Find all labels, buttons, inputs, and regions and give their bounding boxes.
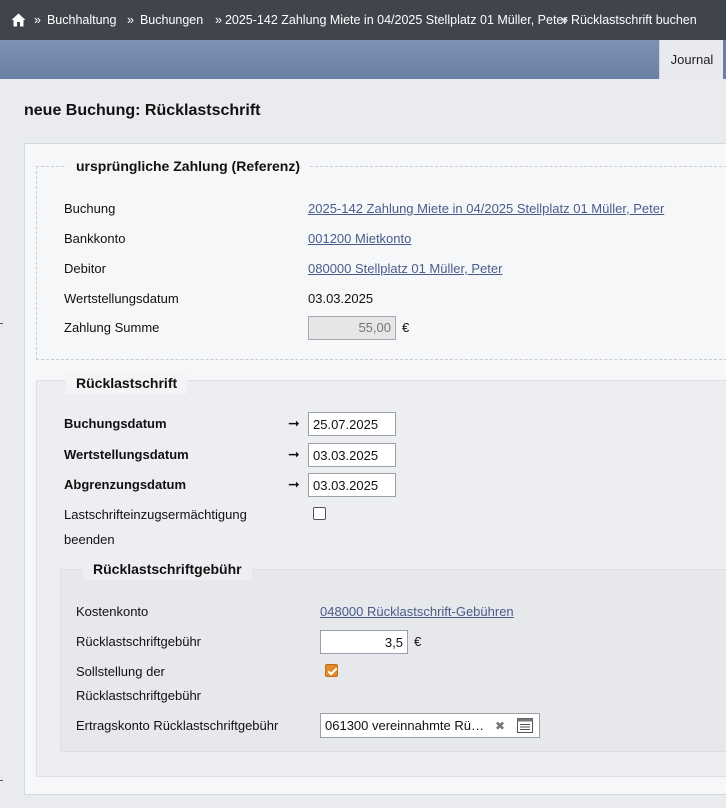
gebuehr-label: Rücklastschriftgebühr: [76, 634, 201, 649]
currency-symbol: €: [402, 320, 410, 335]
zahlung-summe-label: Zahlung Summe: [64, 320, 160, 335]
mandat-label: Lastschrifteinzugsermächtigung: [64, 507, 247, 522]
breadcrumb-separator: »: [127, 13, 134, 27]
gebuehr-input[interactable]: [320, 630, 408, 654]
mandat-label-line2: beenden: [64, 532, 115, 547]
bankkonto-label: Bankkonto: [64, 231, 126, 246]
buchung-label: Buchung: [64, 201, 116, 216]
tab-bar: [0, 40, 726, 79]
breadcrumb-separator: »: [34, 13, 41, 27]
zahlung-summe-field: 55,00: [308, 316, 396, 340]
bankkonto-link[interactable]: 001200 Mietkonto: [308, 231, 411, 246]
wertstellungsdatum-label: Wertstellungsdatum: [64, 447, 189, 462]
ertragskonto-label: Ertragskonto Rücklastschriftgebühr: [76, 718, 279, 733]
edge-mark: [0, 323, 3, 324]
tab-journal[interactable]: Journal: [659, 40, 724, 79]
arrow-right-icon: ➞: [288, 415, 300, 431]
sollstellung-checkbox[interactable]: [325, 664, 338, 677]
breadcrumb: » Buchhaltung » Buchungen » 2025-142 Zahlun…: [0, 0, 726, 41]
mandat-beenden-checkbox[interactable]: [313, 507, 326, 520]
wertstellung-ref-label: Wertstellungsdatum: [64, 291, 179, 306]
ertragskonto-selected-value: 061300 vereinnahmte Rü…: [325, 718, 484, 733]
wertstellung-ref-value: 03.03.2025: [308, 291, 374, 306]
arrow-right-icon: ➞: [288, 446, 300, 462]
clear-icon[interactable]: ✖: [495, 719, 505, 733]
breadcrumb-separator: »: [215, 13, 222, 27]
sollstellung-label: Sollstellung der: [76, 664, 165, 679]
abgrenzungsdatum-label: Abgrenzungsdatum: [64, 477, 187, 492]
wertstellungsdatum-input[interactable]: [308, 443, 396, 467]
buchungsdatum-input[interactable]: [308, 412, 396, 436]
breadcrumb-current-label: Rücklastschrift buchen: [570, 13, 697, 27]
reference-legend: ursprüngliche Zahlung (Referenz): [66, 158, 311, 174]
currency-symbol: €: [414, 634, 422, 649]
breadcrumb-link[interactable]: 2025-142 Zahlung Miete in 04/2025 Stellp…: [225, 13, 568, 27]
arrow-right-icon: ➞: [288, 476, 300, 492]
sollstellung-label-line2: Rücklastschriftgebühr: [76, 688, 201, 703]
kostenkonto-link[interactable]: 048000 Rücklastschrift-Gebühren: [320, 604, 514, 619]
breadcrumb-item-buchungen[interactable]: » Buchungen: [127, 13, 203, 27]
ertragskonto-select[interactable]: 061300 vereinnahmte Rü… ✖: [320, 713, 540, 738]
kostenkonto-label: Kostenkonto: [76, 604, 149, 619]
breadcrumb-link[interactable]: Buchhaltung: [47, 13, 117, 27]
page-title: neue Buchung: Rücklastschrift: [24, 102, 261, 119]
edge-mark: [0, 780, 3, 781]
breadcrumb-separator: »: [561, 13, 568, 27]
breadcrumb-link[interactable]: Buchungen: [140, 13, 203, 27]
buchungsdatum-label: Buchungsdatum: [64, 416, 167, 431]
gebuehr-legend: Rücklastschriftgebühr: [83, 558, 252, 580]
ruecklastschrift-legend: Rücklastschrift: [66, 372, 188, 394]
buchung-link[interactable]: 2025-142 Zahlung Miete in 04/2025 Stellp…: [308, 201, 664, 216]
debitor-link[interactable]: 080000 Stellplatz 01 Müller, Peter: [308, 261, 502, 276]
breadcrumb-item-buchhaltung[interactable]: » Buchhaltung: [34, 13, 116, 27]
debitor-label: Debitor: [64, 261, 106, 276]
home-icon[interactable]: [11, 13, 26, 27]
abgrenzungsdatum-input[interactable]: [308, 473, 396, 497]
list-picker-icon[interactable]: [517, 718, 533, 733]
breadcrumb-item-zahlung[interactable]: » 2025-142 Zahlung Miete in 04/2025 Stell…: [215, 13, 568, 27]
breadcrumb-item-current: » Rücklastschrift buchen: [561, 13, 697, 27]
